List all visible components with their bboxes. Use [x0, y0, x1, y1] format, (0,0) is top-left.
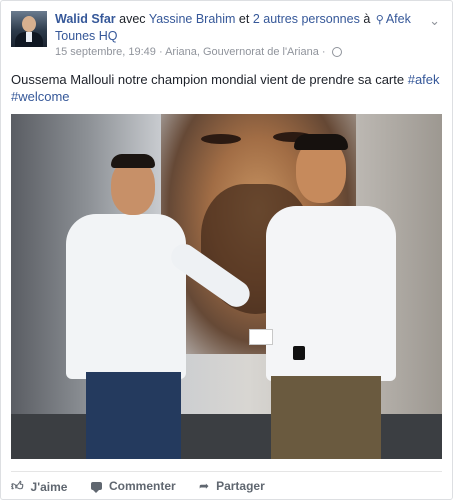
separator: · — [321, 46, 326, 58]
like-label: J'aime — [30, 479, 68, 494]
chevron-down-icon[interactable]: ⌄ — [429, 13, 440, 29]
post-date[interactable]: 15 septembre, 19:49 — [55, 46, 156, 58]
post-location[interactable]: Ariana, Gouvernorat de l'Ariana — [165, 46, 319, 58]
author-name[interactable]: Walid Sfar — [55, 12, 116, 26]
like-button[interactable]: 👍︎ J'aime — [11, 479, 67, 494]
hashtag-welcome[interactable]: #welcome — [11, 89, 70, 104]
post-header: Walid Sfar avec Yassine Brahim et 2 autr… — [11, 11, 440, 61]
globe-icon[interactable] — [331, 47, 342, 58]
map-pin-icon: ⚲ — [375, 14, 384, 26]
at-text: à — [363, 12, 371, 26]
author-avatar[interactable] — [11, 11, 47, 47]
hashtag-afek[interactable]: #afek — [408, 72, 440, 87]
post-body: Oussema Mallouli notre champion mondial … — [11, 72, 405, 87]
with-text: avec — [119, 12, 146, 26]
post-text: Oussema Mallouli notre champion mondial … — [11, 71, 441, 105]
comment-label: Commenter — [109, 479, 176, 493]
post-card: Walid Sfar avec Yassine Brahim et 2 autr… — [0, 0, 453, 500]
post-timestamp-line: 15 septembre, 19:49 · Ariana, Gouvernora… — [55, 46, 424, 58]
others-link[interactable]: 2 autres personnes — [253, 12, 360, 26]
and-text: et — [238, 12, 250, 26]
post-actions: 👍︎ J'aime Commenter ➦ Partager — [11, 471, 442, 498]
share-button[interactable]: ➦ Partager — [199, 479, 265, 493]
comment-bubble-icon — [91, 482, 102, 493]
tagged-person[interactable]: Yassine Brahim — [149, 12, 236, 26]
post-photo[interactable] — [11, 114, 442, 459]
comment-button[interactable]: Commenter — [91, 479, 176, 493]
post-title-line: Walid Sfar avec Yassine Brahim et 2 autr… — [55, 11, 424, 44]
share-label: Partager — [216, 479, 265, 493]
thumbs-up-icon: 👍︎ — [11, 479, 24, 493]
separator: · — [158, 46, 163, 58]
post-meta: Walid Sfar avec Yassine Brahim et 2 autr… — [55, 11, 424, 58]
share-arrow-icon: ➦ — [199, 479, 210, 493]
